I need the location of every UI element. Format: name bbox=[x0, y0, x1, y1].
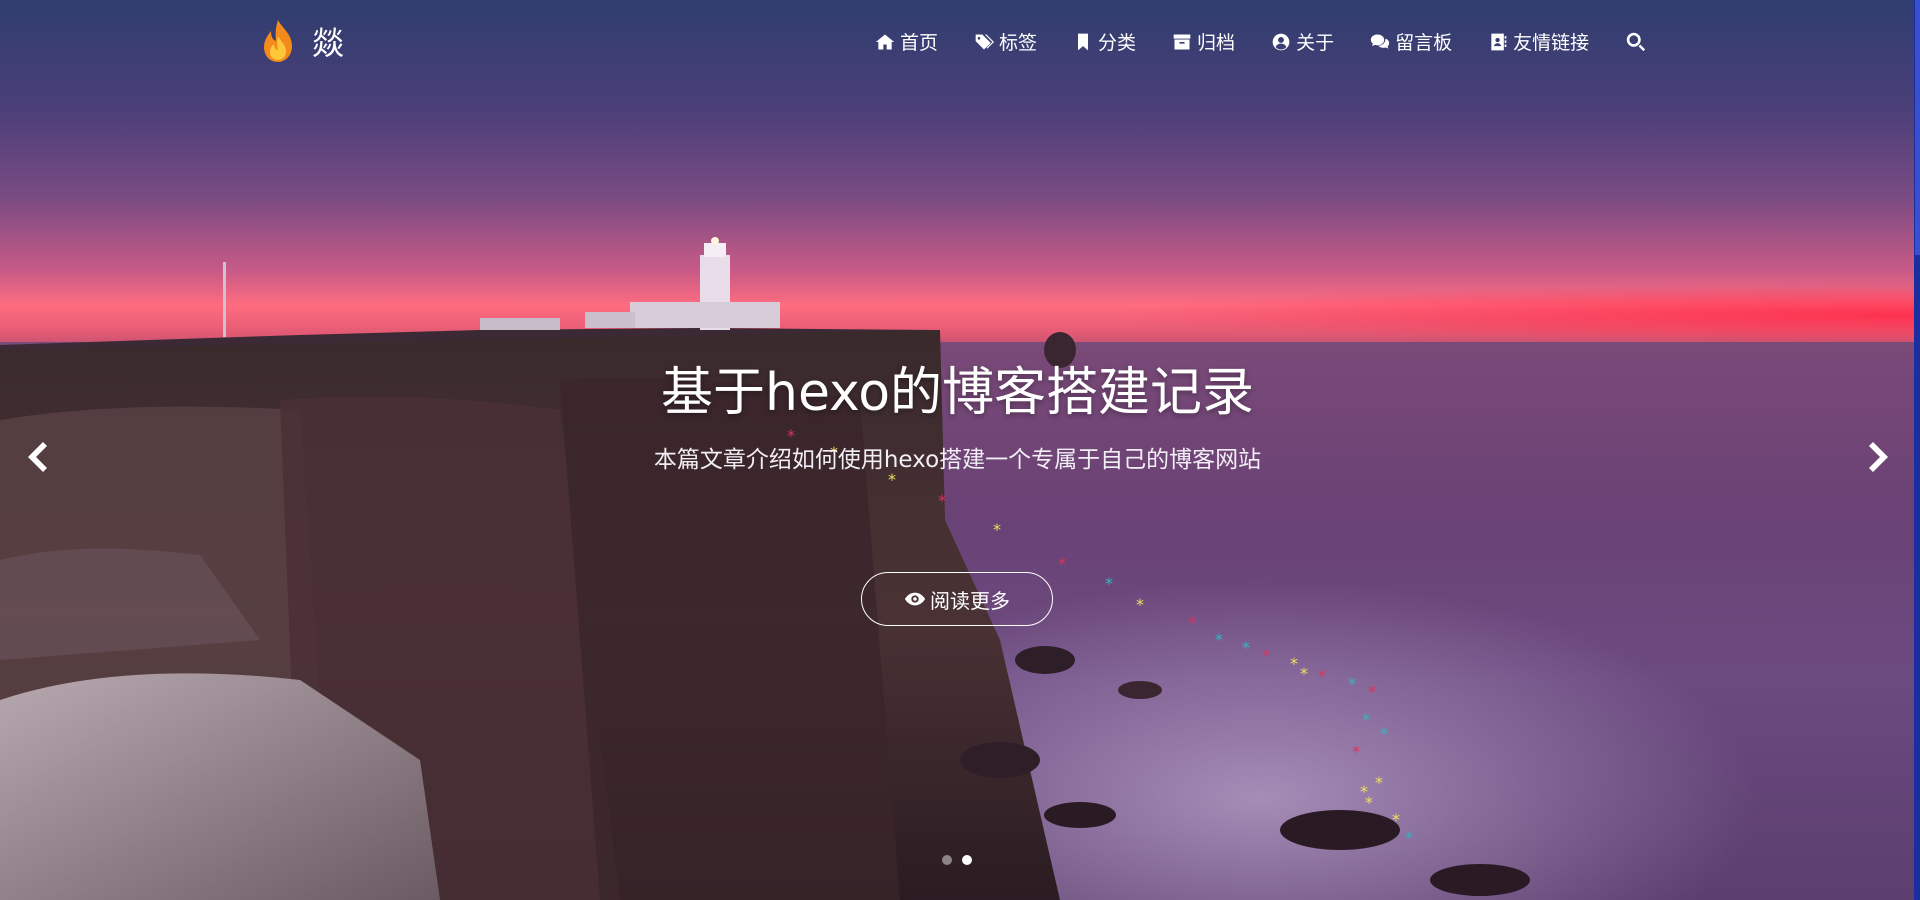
bookmark-icon bbox=[1078, 33, 1089, 50]
comments-icon bbox=[1370, 34, 1390, 49]
carousel-dot-1[interactable] bbox=[942, 855, 952, 865]
read-more-button[interactable]: 阅读更多 bbox=[861, 572, 1053, 626]
search-button[interactable] bbox=[1625, 31, 1646, 52]
nav-item-label: 关于 bbox=[1296, 32, 1335, 54]
nav-item-friend-links[interactable]: 友情链接 bbox=[1488, 28, 1589, 55]
carousel-dot-2[interactable] bbox=[962, 855, 972, 865]
read-more-label: 阅读更多 bbox=[930, 588, 1010, 613]
nav-item-home[interactable]: 首页 bbox=[875, 28, 938, 55]
top-navbar: 燚 首页 标签 分类 归档 关于 留言板 友情链接 bbox=[0, 0, 1920, 88]
flame-icon bbox=[264, 20, 292, 62]
site-logo[interactable]: 燚 bbox=[258, 18, 344, 64]
nav-item-categories[interactable]: 分类 bbox=[1073, 28, 1136, 55]
archive-icon bbox=[1173, 34, 1191, 49]
address-book-icon bbox=[1491, 33, 1507, 50]
nav-item-label: 首页 bbox=[900, 32, 939, 54]
carousel-indicators bbox=[942, 855, 972, 865]
search-icon bbox=[1626, 32, 1646, 52]
home-icon bbox=[875, 34, 895, 49]
nav-item-label: 留言板 bbox=[1395, 32, 1453, 54]
site-name[interactable]: 燚 bbox=[312, 18, 344, 64]
nav-item-about[interactable]: 关于 bbox=[1271, 28, 1334, 55]
carousel-prev-button[interactable] bbox=[24, 440, 50, 474]
nav-item-label: 标签 bbox=[999, 32, 1038, 54]
user-circle-icon bbox=[1272, 33, 1290, 50]
nav-item-tags[interactable]: 标签 bbox=[974, 28, 1037, 55]
scrollbar-thumb[interactable] bbox=[1915, 0, 1920, 255]
tags-icon bbox=[975, 34, 995, 49]
nav-menu: 首页 标签 分类 归档 关于 留言板 友情链接 bbox=[875, 28, 1682, 55]
nav-item-label: 分类 bbox=[1098, 32, 1137, 54]
blog-home-page: * * * * * * * * * * * * * * * * * * * * … bbox=[0, 0, 1920, 900]
post-description: 本篇文章介绍如何使用hexo搭建一个专属于自己的博客网站 bbox=[653, 447, 1262, 473]
eye-icon bbox=[904, 592, 926, 606]
nav-item-archives[interactable]: 归档 bbox=[1172, 28, 1235, 55]
nav-item-label: 归档 bbox=[1197, 32, 1236, 54]
nav-item-guestbook[interactable]: 留言板 bbox=[1370, 28, 1452, 55]
post-title[interactable]: 基于hexo的博客搭建记录 bbox=[0, 350, 1915, 425]
carousel-next-button[interactable] bbox=[1866, 440, 1892, 474]
chevron-left-icon bbox=[28, 442, 47, 472]
nav-item-label: 友情链接 bbox=[1513, 32, 1590, 54]
chevron-right-icon bbox=[1869, 442, 1888, 472]
